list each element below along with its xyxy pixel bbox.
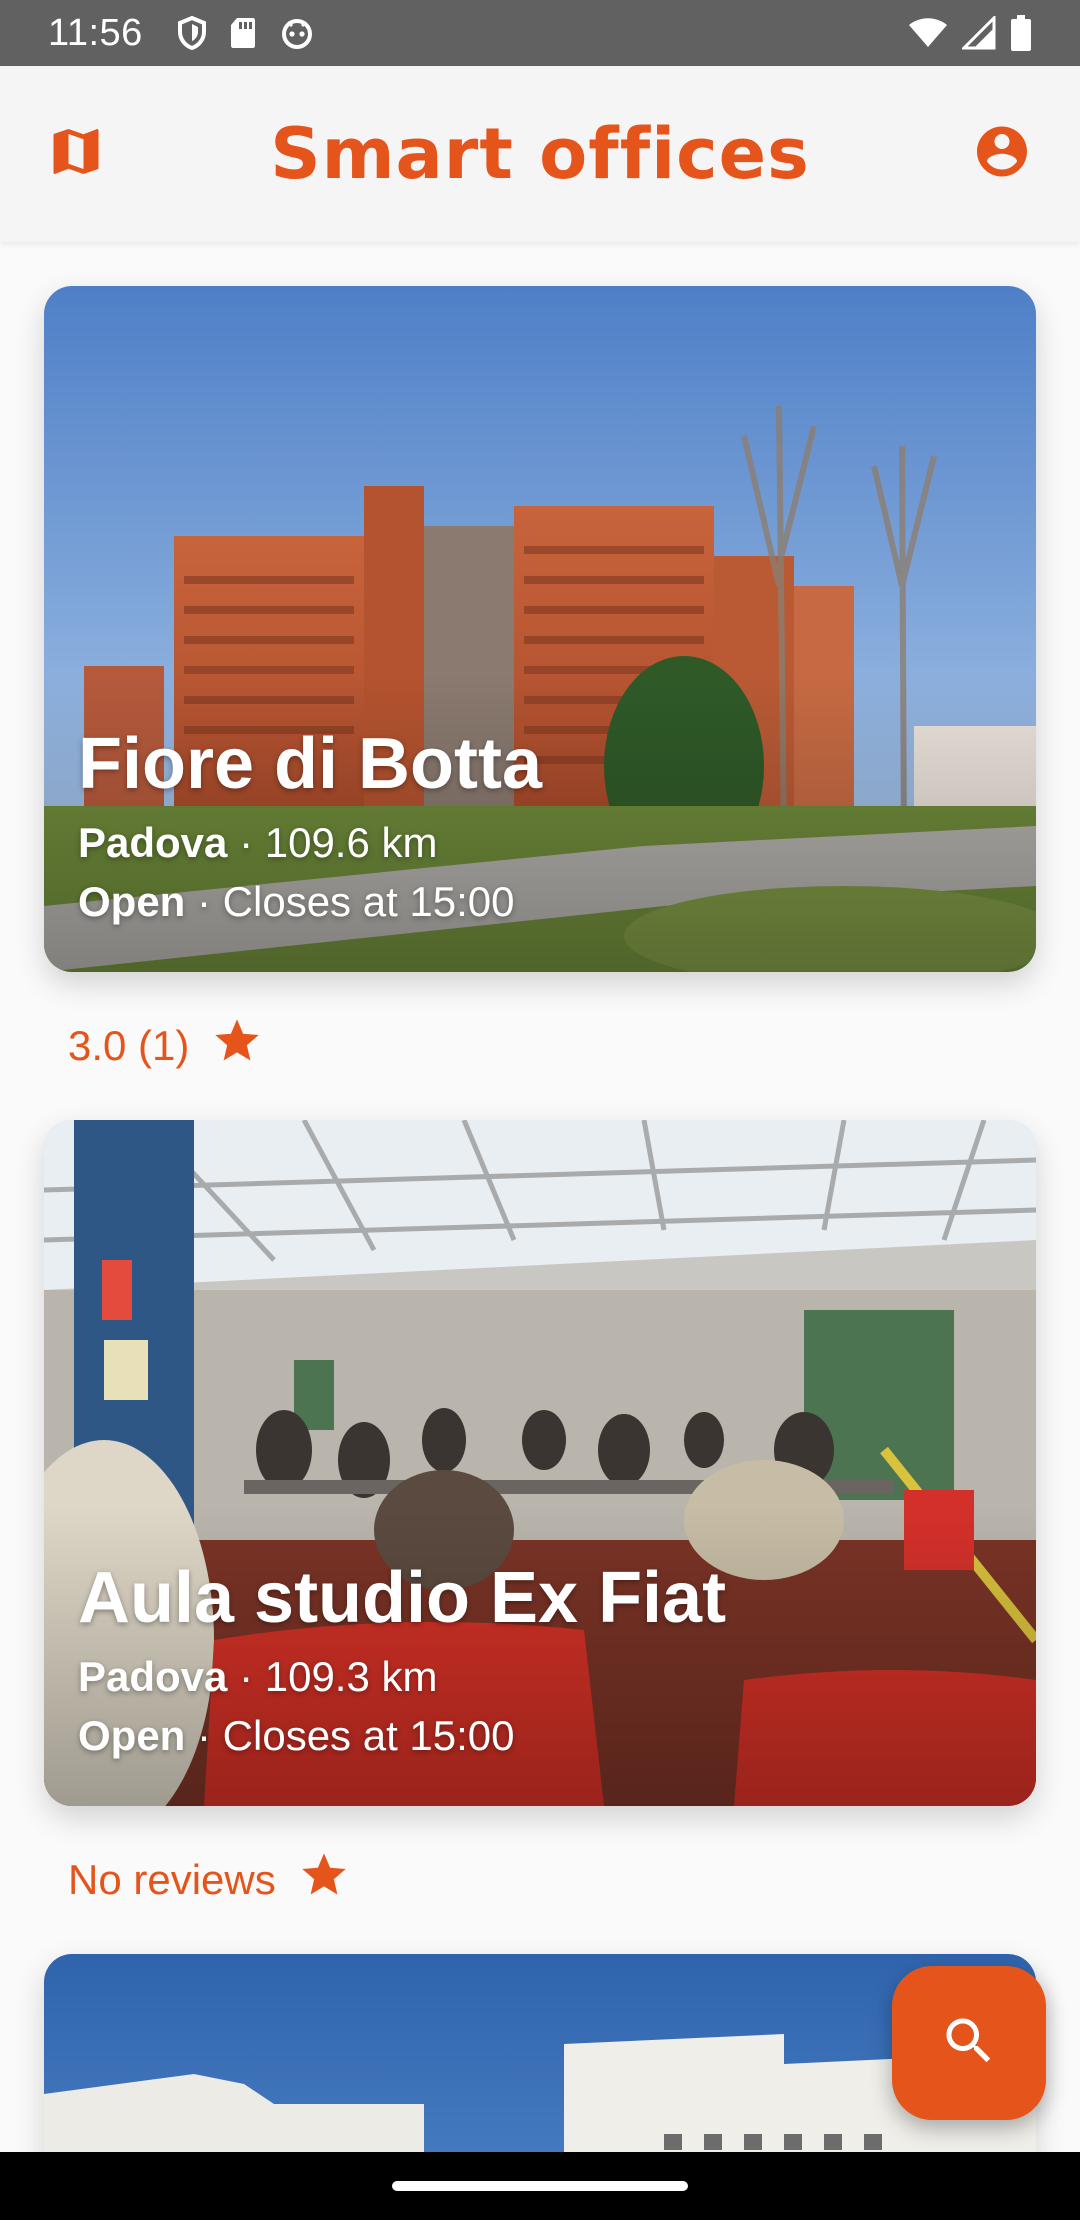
office-info: Aula studio Ex Fiat Padova · 109.3 km Op… [78, 1562, 726, 1766]
map-icon [46, 129, 106, 186]
office-distance: 109.3 km [264, 1653, 438, 1701]
rating-text: No reviews [68, 1856, 276, 1903]
battery-icon [1010, 15, 1032, 51]
separator: · [185, 878, 223, 926]
office-status: Open [78, 1712, 186, 1760]
office-city: Padova [78, 1653, 228, 1701]
office-status: Open [78, 878, 186, 926]
separator: · [227, 1653, 265, 1701]
status-time: 11:56 [48, 11, 143, 54]
office-card[interactable]: Aula studio Ex Fiat Padova · 109.3 km Op… [44, 1120, 1036, 1806]
separator: · [227, 819, 265, 867]
navigation-bar [0, 2152, 1080, 2220]
account-button[interactable] [972, 122, 1032, 187]
home-indicator[interactable] [392, 2181, 688, 2191]
android-debug-icon [279, 16, 315, 50]
office-rating: 3.0 (1) [68, 1016, 263, 1076]
office-closing-time: Closes at 15:00 [222, 1712, 515, 1760]
sd-card-icon [229, 16, 257, 50]
office-location: Padova · 109.3 km [78, 1648, 726, 1707]
cell-signal-icon [962, 16, 996, 50]
account-circle-icon [972, 126, 1032, 186]
office-hours: Open · Closes at 15:00 [78, 873, 542, 932]
search-fab[interactable] [892, 1966, 1046, 2120]
office-hours: Open · Closes at 15:00 [78, 1707, 726, 1766]
status-notification-icons [177, 16, 315, 50]
office-distance: 109.6 km [264, 819, 438, 867]
search-icon [939, 2011, 999, 2076]
office-location: Padova · 109.6 km [78, 814, 542, 873]
rating-text: 3.0 (1) [68, 1022, 190, 1069]
star-icon [298, 1849, 350, 1911]
shield-icon [177, 16, 207, 50]
office-closing-time: Closes at 15:00 [222, 878, 515, 926]
status-bar: 11:56 [0, 0, 1080, 66]
separator: · [185, 1712, 223, 1760]
wifi-icon [908, 17, 948, 49]
office-info: Fiore di Botta Padova · 109.6 km Open · … [78, 728, 542, 932]
app-title: Smart offices [270, 113, 810, 195]
status-system-icons [908, 15, 1032, 51]
map-button[interactable] [46, 122, 106, 187]
app-bar: Smart offices [0, 66, 1080, 242]
office-rating: No reviews [68, 1850, 350, 1910]
office-name: Aula studio Ex Fiat [78, 1558, 727, 1639]
office-city: Padova [78, 819, 228, 867]
office-name: Fiore di Botta [78, 724, 542, 805]
office-card[interactable]: Fiore di Botta Padova · 109.6 km Open · … [44, 286, 1036, 972]
star-icon [211, 1015, 263, 1077]
